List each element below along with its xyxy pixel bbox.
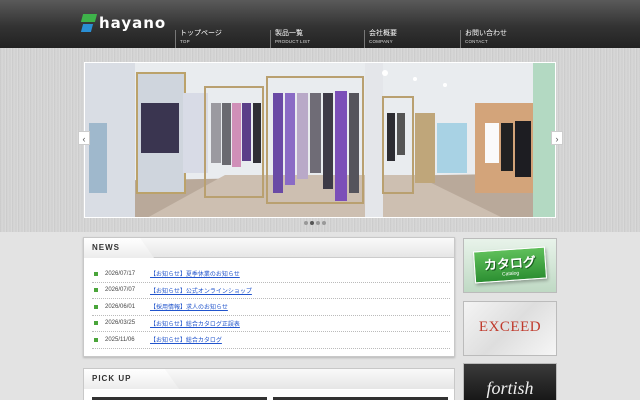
pickup-panel: PICK UP bbox=[83, 368, 455, 400]
bullet-icon bbox=[94, 304, 98, 309]
news-title: NEWS bbox=[92, 243, 120, 252]
nav-item-contact[interactable]: お問い合わせ CONTACT bbox=[460, 30, 507, 48]
site-header: hayano トップページ TOP 製品一覧 PRODUCT LIST 会社概要… bbox=[0, 0, 640, 48]
exceed-banner-title: EXCEED bbox=[478, 319, 542, 335]
news-item: 2026/06/01 【採用情報】求人のお知らせ bbox=[92, 299, 450, 316]
news-panel: NEWS 2026/07/17 【お知らせ】夏季休業のお知らせ 2026/07/… bbox=[83, 237, 455, 357]
slider-dot[interactable] bbox=[310, 221, 314, 225]
nav-label-en: PRODUCT LIST bbox=[275, 39, 311, 44]
nav-label-jp: お問い合わせ bbox=[465, 30, 507, 37]
news-item: 2026/03/25 【お知らせ】総合カタログ正誤表 bbox=[92, 316, 450, 332]
nav-label-jp: 会社概要 bbox=[369, 30, 397, 37]
nav-label-jp: トップページ bbox=[180, 30, 222, 37]
news-date: 2026/06/01 bbox=[105, 303, 136, 310]
news-header: NEWS bbox=[84, 238, 454, 258]
slider-dot[interactable] bbox=[316, 221, 320, 225]
nav-item-company[interactable]: 会社概要 COMPANY bbox=[364, 30, 397, 48]
nav-label-en: TOP bbox=[180, 39, 190, 44]
hero-slide-image bbox=[84, 62, 556, 218]
news-item: 2025/11/06 【お知らせ】総合カタログ bbox=[92, 332, 450, 349]
slider-prev-button[interactable]: ‹ bbox=[78, 131, 90, 145]
exceed-banner[interactable]: EXCEED bbox=[463, 301, 557, 356]
fortish-banner[interactable]: fortish bbox=[463, 363, 557, 400]
nav-label-en: CONTACT bbox=[465, 39, 488, 44]
bullet-icon bbox=[94, 271, 98, 276]
slider-dot[interactable] bbox=[322, 221, 326, 225]
slider-next-button[interactable]: › bbox=[551, 131, 563, 145]
pickup-title: PICK UP bbox=[92, 374, 132, 383]
store-interior-image bbox=[85, 63, 555, 217]
nav-label-en: COMPANY bbox=[369, 39, 393, 44]
fortish-banner-title: fortish bbox=[486, 378, 534, 398]
pickup-header: PICK UP bbox=[84, 369, 454, 389]
news-item: 2026/07/17 【お知らせ】夏季休業のお知らせ bbox=[92, 266, 450, 283]
catalog-banner[interactable]: カタログ Catalog bbox=[463, 238, 557, 293]
news-date: 2026/03/25 bbox=[105, 320, 136, 327]
news-date: 2026/07/17 bbox=[105, 270, 136, 277]
nav-label-jp: 製品一覧 bbox=[275, 30, 303, 37]
bullet-icon bbox=[94, 337, 98, 342]
news-link[interactable]: 【お知らせ】夏季休業のお知らせ bbox=[150, 269, 240, 278]
slider-dot[interactable] bbox=[304, 221, 308, 225]
bullet-icon bbox=[94, 288, 98, 293]
bullet-icon bbox=[94, 321, 98, 326]
news-date: 2026/07/07 bbox=[105, 287, 136, 294]
news-date: 2025/11/06 bbox=[105, 336, 135, 343]
news-item: 2026/07/07 【お知らせ】公式オンラインショップ bbox=[92, 283, 450, 299]
news-list: 2026/07/17 【お知らせ】夏季休業のお知らせ 2026/07/07 【お… bbox=[92, 266, 450, 349]
global-nav: トップページ TOP 製品一覧 PRODUCT LIST 会社概要 COMPAN… bbox=[0, 30, 640, 48]
slider-pagination bbox=[304, 221, 326, 225]
news-link[interactable]: 【お知らせ】総合カタログ正誤表 bbox=[150, 319, 240, 328]
catalog-plate: カタログ Catalog bbox=[472, 246, 548, 284]
news-link[interactable]: 【採用情報】求人のお知らせ bbox=[150, 302, 228, 311]
nav-item-product-list[interactable]: 製品一覧 PRODUCT LIST bbox=[270, 30, 310, 48]
nav-item-top[interactable]: トップページ TOP bbox=[175, 30, 222, 48]
news-link[interactable]: 【お知らせ】公式オンラインショップ bbox=[150, 286, 252, 295]
news-link[interactable]: 【お知らせ】総合カタログ bbox=[150, 335, 222, 344]
